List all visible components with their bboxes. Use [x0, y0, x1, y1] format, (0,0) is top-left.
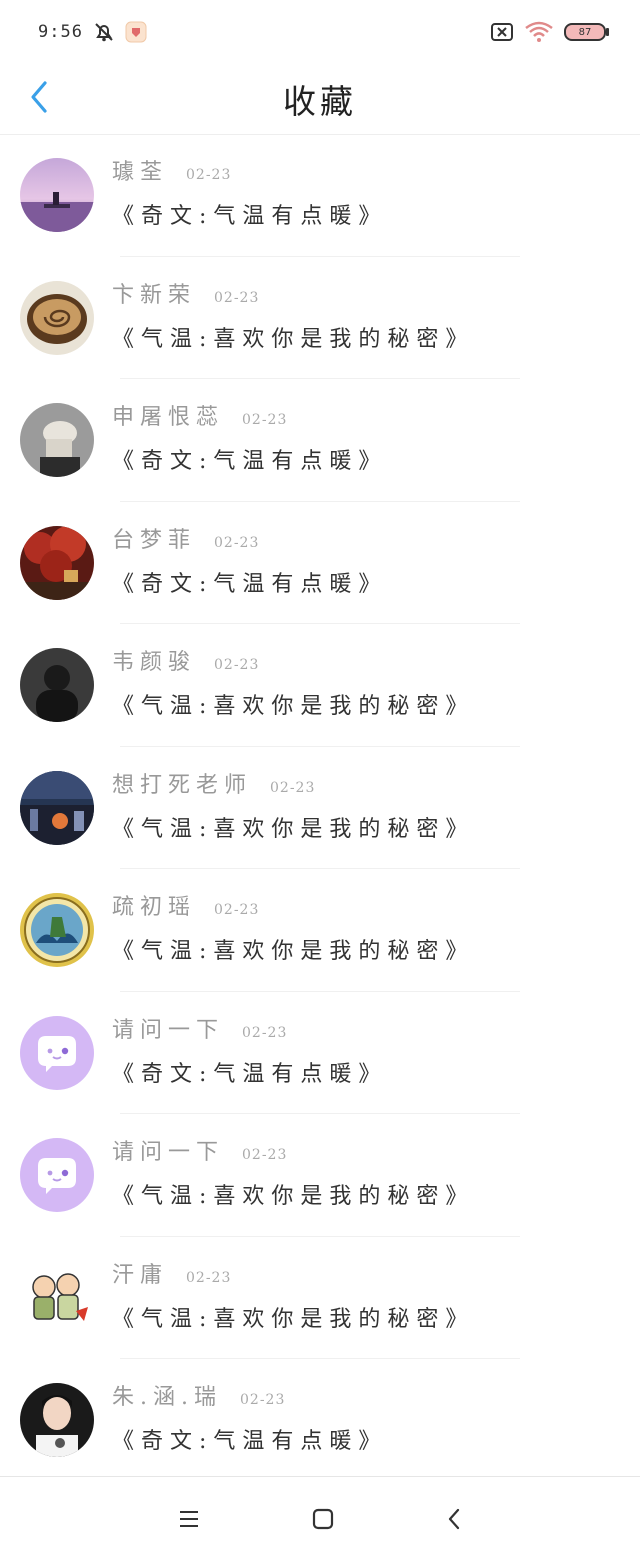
coffee-cup-avatar[interactable]: [20, 280, 94, 355]
status-right: 87: [490, 21, 609, 43]
chat-bubble-avatar[interactable]: [20, 1138, 94, 1213]
item-text: 卞新荣 02-23 《气温:喜欢你是我的秘密》: [112, 277, 474, 353]
list-item[interactable]: 台梦菲 02-23 《奇文:气温有点暖》: [0, 502, 640, 624]
item-title: 《奇文:气温有点暖》: [112, 1061, 388, 1087]
item-author: 韦颜骏: [112, 650, 197, 675]
item-title: 《气温:喜欢你是我的秘密》: [112, 939, 475, 964]
menu-icon: [180, 1511, 198, 1527]
item-text: 申屠恨蕊 02-23 《奇文:气温有点暖》: [112, 399, 387, 475]
item-date: 02-23: [214, 657, 260, 673]
list-item[interactable]: 汗庸 02-23 《气温:喜欢你是我的秘密》: [0, 1237, 640, 1359]
item-author: 台梦菲: [112, 527, 197, 553]
home-button[interactable]: [312, 1508, 334, 1534]
item-title: 《气温:喜欢你是我的秘密》: [112, 326, 475, 352]
item-author: 请问一下: [112, 1017, 225, 1043]
item-date: 02-23: [186, 1269, 232, 1286]
item-text: 台梦菲 02-23 《奇文:气温有点暖》: [112, 522, 387, 598]
item-title: 《气温:喜欢你是我的秘密》: [112, 816, 475, 842]
list-item[interactable]: 璩荃 02-23 《奇文:气温有点暖》: [0, 134, 640, 257]
app-header: 收藏: [0, 64, 640, 135]
list-item[interactable]: 申屠恨蕊 02-23 《奇文:气温有点暖》: [0, 379, 640, 502]
back-arrow-icon: [448, 1508, 460, 1530]
item-text: 请问一下 02-23 《气温:喜欢你是我的秘密》: [112, 1134, 474, 1210]
item-text: 想打死老师 02-23 《气温:喜欢你是我的秘密》: [112, 767, 474, 843]
cartoon-pair-avatar[interactable]: [20, 1260, 94, 1335]
bell-off-icon: [93, 21, 115, 43]
item-date: 02-23: [214, 902, 260, 918]
sim-off-icon: [490, 22, 514, 42]
home-square-icon: [312, 1508, 334, 1530]
list-item[interactable]: 想打死老师 02-23 《气温:喜欢你是我的秘密》: [0, 747, 640, 869]
item-text: 朱.涵.瑞 02-23 《奇文:气温有点暖》: [112, 1379, 387, 1455]
app-notification-icon: [125, 21, 147, 43]
item-date: 02-23: [214, 289, 260, 306]
item-date: 02-23: [270, 779, 316, 796]
sunset-lake-avatar[interactable]: [20, 158, 94, 233]
item-title: 《气温:喜欢你是我的秘密》: [112, 1306, 475, 1332]
item-date: 02-23: [214, 534, 260, 551]
list-item[interactable]: 朱.涵.瑞 02-23 《奇文:气温有点暖》: [0, 1359, 640, 1482]
item-author: 请问一下: [112, 1140, 225, 1165]
chevron-left-icon: [29, 80, 49, 118]
wifi-icon: [524, 21, 554, 43]
status-left: 9:56: [38, 21, 147, 43]
item-title: 《奇文:气温有点暖》: [112, 571, 388, 597]
item-author: 想打死老师: [112, 772, 253, 798]
back-button[interactable]: [24, 80, 54, 118]
item-date: 02-23: [242, 412, 288, 428]
item-author: 卞新荣: [112, 282, 197, 308]
item-text: 请问一下 02-23 《奇文:气温有点暖》: [112, 1012, 387, 1088]
item-author: 朱.涵.瑞: [112, 1385, 222, 1410]
emblem-avatar[interactable]: [20, 893, 94, 968]
status-time: 9:56: [38, 22, 83, 42]
item-author: 疏初瑶: [112, 895, 197, 920]
favorites-list: 璩荃 02-23 《奇文:气温有点暖》 卞新荣 02-23 《气温:喜欢你是我的秘密…: [0, 134, 640, 1482]
system-nav-bar: [0, 1476, 640, 1565]
item-title: 《奇文:气温有点暖》: [112, 1429, 388, 1454]
chat-bubble-avatar[interactable]: [20, 1015, 94, 1090]
item-date: 02-23: [240, 1392, 286, 1408]
item-date: 02-23: [186, 167, 232, 183]
list-item[interactable]: 请问一下 02-23 《气温:喜欢你是我的秘密》: [0, 1114, 640, 1237]
item-date: 02-23: [242, 1147, 288, 1163]
nav-back-button[interactable]: [446, 1508, 462, 1534]
battery-indicator: 87: [564, 23, 609, 41]
dark-hood-avatar[interactable]: [20, 648, 94, 723]
item-title: 《气温:喜欢你是我的秘密》: [112, 694, 475, 719]
list-item[interactable]: 韦颜骏 02-23 《气温:喜欢你是我的秘密》: [0, 624, 640, 747]
portrait-avatar[interactable]: [20, 1383, 94, 1458]
item-author: 申屠恨蕊: [112, 405, 225, 430]
list-item[interactable]: 疏初瑶 02-23 《气温:喜欢你是我的秘密》: [0, 869, 640, 992]
item-title: 《奇文:气温有点暖》: [112, 204, 388, 229]
item-date: 02-23: [242, 1024, 288, 1041]
status-bar: 9:56 87: [0, 0, 640, 64]
item-text: 韦颜骏 02-23 《气温:喜欢你是我的秘密》: [112, 644, 474, 720]
item-title: 《气温:喜欢你是我的秘密》: [112, 1184, 475, 1209]
page-title: 收藏: [283, 82, 357, 121]
item-author: 璩荃: [112, 160, 169, 185]
item-author: 汗庸: [112, 1262, 169, 1288]
item-title: 《奇文:气温有点暖》: [112, 449, 388, 474]
red-tree-avatar[interactable]: [20, 525, 94, 600]
list-item[interactable]: 请问一下 02-23 《奇文:气温有点暖》: [0, 992, 640, 1114]
item-text: 疏初瑶 02-23 《气温:喜欢你是我的秘密》: [112, 889, 474, 965]
menu-button[interactable]: [178, 1510, 200, 1532]
item-text: 璩荃 02-23 《奇文:气温有点暖》: [112, 154, 387, 230]
night-city-avatar[interactable]: [20, 770, 94, 845]
item-text: 汗庸 02-23 《气温:喜欢你是我的秘密》: [112, 1257, 474, 1333]
list-item[interactable]: 卞新荣 02-23 《气温:喜欢你是我的秘密》: [0, 257, 640, 379]
hat-person-avatar[interactable]: [20, 403, 94, 478]
